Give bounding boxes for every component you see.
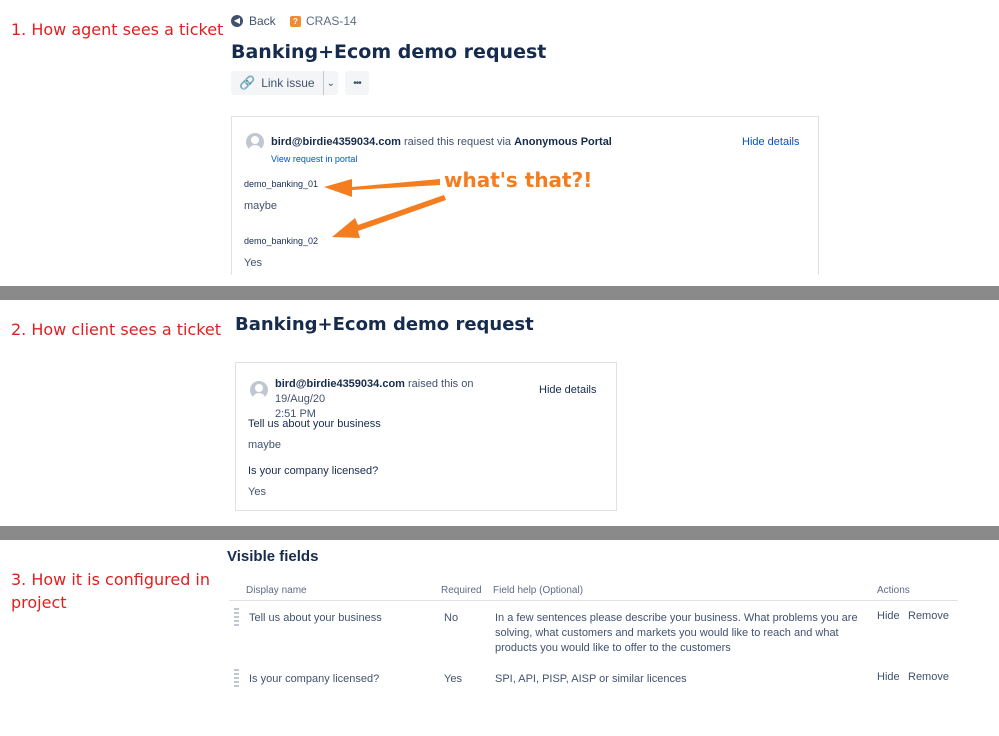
column-header-field-help: Field help (Optional) xyxy=(493,585,583,596)
header-divider xyxy=(229,600,958,601)
request-type-icon: ? xyxy=(290,15,301,27)
remove-field-button[interactable]: Remove xyxy=(908,669,949,685)
field-display-name: Tell us about your business xyxy=(249,612,382,624)
avatar xyxy=(250,381,268,399)
back-link[interactable]: ◀ Back xyxy=(231,14,276,28)
more-actions-button[interactable]: ••• xyxy=(345,71,369,95)
issue-key: CRAS-14 xyxy=(306,14,357,28)
column-header-required: Required xyxy=(441,585,482,596)
hide-details-link[interactable]: Hide details xyxy=(539,384,596,396)
chevron-down-icon: ⌄ xyxy=(326,77,335,89)
hide-details-link[interactable]: Hide details xyxy=(742,136,799,148)
agent-issue-title: Banking+Ecom demo request xyxy=(231,41,547,63)
section-divider xyxy=(0,286,999,300)
reporter-email: bird@birdie4359034.com xyxy=(275,378,405,390)
field-required: Yes xyxy=(444,673,462,685)
hide-field-button[interactable]: Hide xyxy=(877,608,900,624)
link-icon: 🔗 xyxy=(239,75,256,90)
field-help-line: SPI, API, PISP, AISP or similar licences xyxy=(495,673,687,685)
client-details-card: bird@birdie4359034.com raised this on 19… xyxy=(235,362,617,511)
back-arrow-icon: ◀ xyxy=(231,15,243,27)
section-label-2: 2. How client sees a ticket xyxy=(11,320,222,339)
field-help-line: In a few sentences please describe your … xyxy=(495,612,858,624)
field-help-optional: (Optional) xyxy=(539,585,584,596)
avatar xyxy=(246,133,264,151)
link-dropdown-button[interactable]: ⌄ xyxy=(324,78,338,89)
annotation-arrows xyxy=(324,179,446,238)
field-help-line: products you would like to offer to the … xyxy=(495,642,731,654)
field-required: No xyxy=(444,612,459,624)
field-label: Tell us about your business xyxy=(248,418,381,430)
link-issue-label: Link issue xyxy=(261,76,315,90)
portal-name: Anonymous Portal xyxy=(514,136,612,148)
field-value: maybe xyxy=(248,439,282,451)
field-help-line: solving, what customers and markets you … xyxy=(495,627,839,639)
back-label: Back xyxy=(249,14,276,28)
section-label-3: 3. How it is configured in project xyxy=(11,570,211,612)
client-reporter-line: bird@birdie4359034.com raised this on 19… xyxy=(275,377,525,422)
column-header-display-name: Display name xyxy=(246,585,307,596)
annotation-text: what's that?! xyxy=(444,168,593,192)
field-display-name: Is your company licensed? xyxy=(249,673,380,685)
arrow-1 xyxy=(324,179,440,197)
field-label: Is your company licensed? xyxy=(248,465,379,477)
section-label-1: 1. How agent sees a ticket xyxy=(11,20,224,39)
remove-field-button[interactable]: Remove xyxy=(908,608,949,624)
field-value: Yes xyxy=(244,257,262,269)
drag-handle-icon[interactable] xyxy=(234,669,239,687)
view-in-portal-link[interactable]: View request in portal xyxy=(271,154,357,164)
hide-field-button[interactable]: Hide xyxy=(877,669,900,685)
arrow-2 xyxy=(332,195,446,238)
field-value: Yes xyxy=(248,486,266,498)
visible-fields-heading: Visible fields xyxy=(227,548,319,565)
client-request-title: Banking+Ecom demo request xyxy=(235,314,534,335)
issue-breadcrumb[interactable]: ? CRAS-14 xyxy=(290,14,357,28)
link-issue-button[interactable]: 🔗 Link issue xyxy=(231,71,324,95)
link-issue-group: 🔗 Link issue ⌄ xyxy=(231,71,338,95)
section-divider xyxy=(0,526,999,540)
reporter-line: bird@birdie4359034.com raised this reque… xyxy=(271,136,612,148)
column-header-actions: Actions xyxy=(877,585,910,596)
field-help-label: Field help xyxy=(493,585,537,596)
drag-handle-icon[interactable] xyxy=(234,608,239,626)
field-value: maybe xyxy=(244,200,278,212)
reporter-email[interactable]: bird@birdie4359034.com xyxy=(271,136,401,148)
raised-text: raised this request via xyxy=(404,136,512,148)
